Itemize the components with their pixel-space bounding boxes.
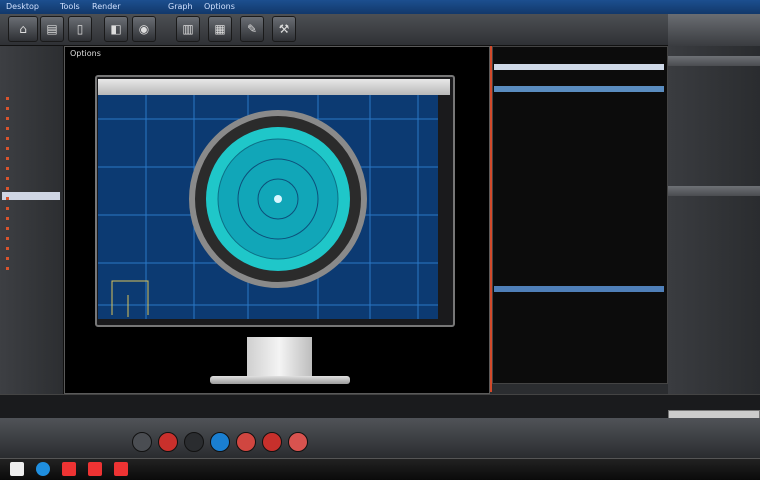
log-header-bar: [494, 64, 664, 70]
app-icon[interactable]: [62, 462, 76, 476]
right-item[interactable]: [700, 284, 760, 290]
left-item[interactable]: [2, 294, 60, 302]
tools-icon[interactable]: ✎: [240, 16, 264, 42]
right-item[interactable]: [700, 174, 760, 180]
right-item[interactable]: [700, 324, 760, 330]
log-footer-bar: [494, 286, 664, 292]
right-item[interactable]: [700, 274, 760, 280]
right-item[interactable]: [700, 134, 760, 140]
log-line[interactable]: [6, 236, 166, 242]
page-icon[interactable]: ◧: [104, 16, 128, 42]
right-sidebar: [668, 46, 760, 394]
right-panel-header[interactable]: [668, 186, 760, 196]
log-line[interactable]: [6, 96, 166, 102]
title-item[interactable]: Render: [92, 2, 120, 11]
right-item[interactable]: [700, 314, 760, 320]
transport-bar: [0, 418, 760, 458]
log-line[interactable]: [6, 136, 166, 142]
browser-icon[interactable]: [36, 462, 50, 476]
right-panel-header[interactable]: [668, 56, 760, 66]
tool-icon[interactable]: [114, 462, 128, 476]
log-line[interactable]: [6, 206, 166, 212]
status-strip: [0, 394, 760, 418]
log-line[interactable]: [6, 176, 166, 182]
stop-button[interactable]: [184, 432, 204, 452]
left-item[interactable]: [2, 308, 60, 316]
right-item[interactable]: [700, 144, 760, 150]
log-line[interactable]: [6, 146, 166, 152]
right-top-panel: [668, 14, 760, 46]
media-icon[interactable]: [88, 462, 102, 476]
left-item[interactable]: [2, 378, 60, 386]
eject-button[interactable]: [262, 432, 282, 452]
right-item[interactable]: [700, 164, 760, 170]
left-item[interactable]: [2, 364, 60, 372]
right-item[interactable]: [700, 104, 760, 110]
log-selected-row[interactable]: [494, 86, 664, 92]
log-line[interactable]: [6, 196, 166, 202]
left-item[interactable]: [2, 322, 60, 330]
bars-icon[interactable]: ▥: [176, 16, 200, 42]
right-item[interactable]: [700, 214, 760, 220]
left-item[interactable]: [2, 280, 60, 288]
log-panel: [492, 46, 668, 384]
right-item[interactable]: [700, 254, 760, 260]
log-line[interactable]: [6, 156, 166, 162]
alarm-button[interactable]: [236, 432, 256, 452]
right-item[interactable]: [700, 304, 760, 310]
doc-icon[interactable]: ▯: [68, 16, 92, 42]
right-item[interactable]: [700, 244, 760, 250]
wrench-icon[interactable]: ⚒: [272, 16, 296, 42]
left-item[interactable]: [2, 50, 60, 58]
right-item[interactable]: [700, 154, 760, 160]
log-line[interactable]: [6, 106, 166, 112]
log-line[interactable]: [6, 246, 166, 252]
title-item[interactable]: Desktop: [6, 2, 39, 11]
monitor-titlebar: [98, 79, 450, 95]
log-line[interactable]: [6, 256, 166, 262]
title-strip: Desktop Tools Render Graph Options: [0, 0, 760, 14]
title-item[interactable]: Tools: [60, 2, 80, 11]
right-item[interactable]: [700, 264, 760, 270]
title-item[interactable]: Graph: [168, 2, 193, 11]
left-item[interactable]: [2, 64, 60, 72]
title-item[interactable]: Options: [204, 2, 235, 11]
record-button[interactable]: [158, 432, 178, 452]
play-button[interactable]: [210, 432, 230, 452]
log-line[interactable]: [6, 126, 166, 132]
right-item[interactable]: [700, 224, 760, 230]
right-item[interactable]: [700, 234, 760, 240]
left-item[interactable]: [2, 78, 60, 86]
log-line[interactable]: [6, 186, 166, 192]
right-item[interactable]: [700, 334, 760, 340]
right-item[interactable]: [700, 114, 760, 120]
graph-icon[interactable]: ▦: [208, 16, 232, 42]
file-icon[interactable]: [10, 462, 24, 476]
folder-icon[interactable]: ▤: [40, 16, 64, 42]
right-item[interactable]: [700, 124, 760, 130]
log-line[interactable]: [6, 166, 166, 172]
log-line[interactable]: [6, 216, 166, 222]
left-item[interactable]: [2, 336, 60, 344]
log-line[interactable]: [6, 226, 166, 232]
left-item[interactable]: [2, 350, 60, 358]
log-line[interactable]: [6, 266, 166, 272]
monitor-stand-neck: [247, 337, 312, 379]
right-item[interactable]: [700, 294, 760, 300]
right-item[interactable]: [700, 204, 760, 210]
record-icon[interactable]: ◉: [132, 16, 156, 42]
monitor-stand-base: [210, 376, 350, 384]
prev-button[interactable]: [132, 432, 152, 452]
fast-forward-button[interactable]: [288, 432, 308, 452]
viewport-header: Options: [70, 49, 101, 58]
home-icon[interactable]: ⌂: [8, 16, 38, 42]
right-item[interactable]: [700, 344, 760, 350]
log-line[interactable]: [6, 116, 166, 122]
